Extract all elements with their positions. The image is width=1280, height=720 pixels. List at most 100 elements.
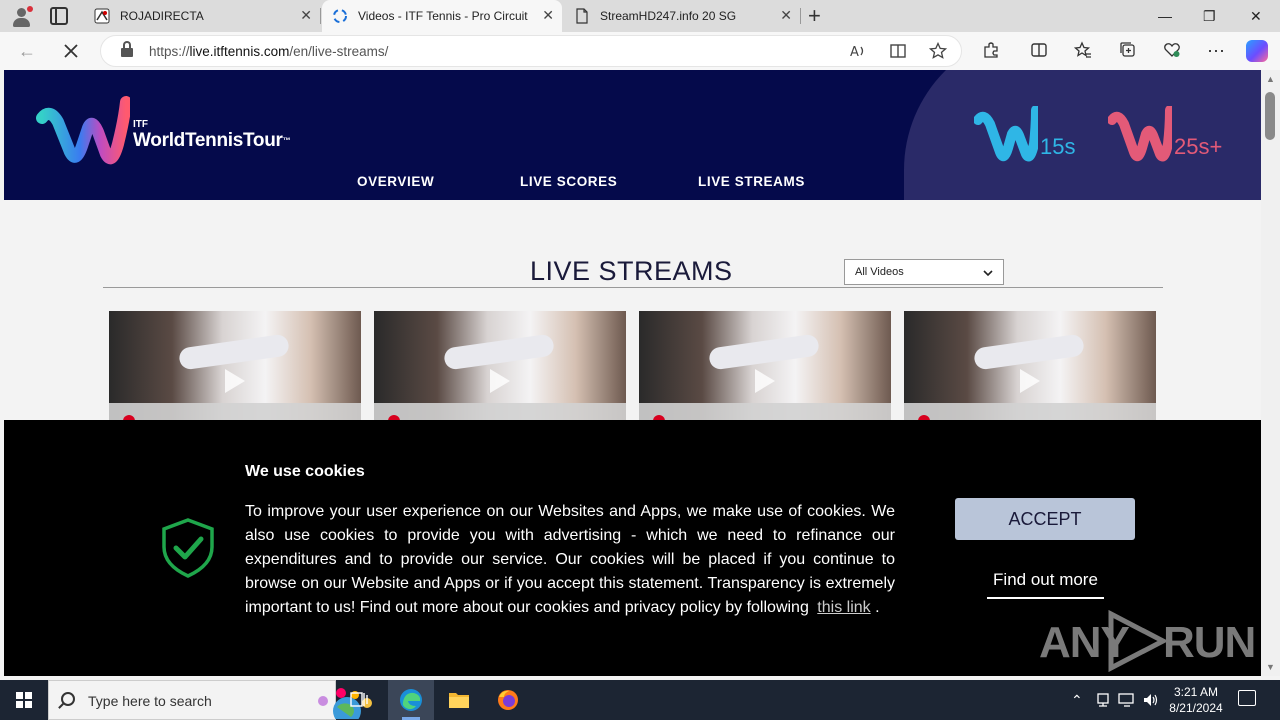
video-filter-value: All Videos	[855, 266, 904, 278]
extensions-icon[interactable]	[982, 41, 1000, 59]
volume-icon[interactable]	[1142, 692, 1160, 708]
network-status-icon[interactable]	[1095, 692, 1111, 708]
cookie-banner: We use cookies To improve your user expe…	[4, 420, 1261, 676]
shield-check-icon	[162, 518, 214, 578]
windows-taskbar: Type here to search ⌃ 3:21 AM 8/21/2024	[0, 680, 1280, 720]
url-path: /en/live-streams/	[289, 44, 389, 59]
play-icon	[225, 369, 245, 393]
clock-time: 3:21 AM	[1173, 685, 1219, 699]
url-text[interactable]: https://live.itftennis.com/en/live-strea…	[149, 44, 388, 59]
find-out-more-link[interactable]: Find out more	[987, 567, 1104, 599]
tier-25s-logo[interactable]: 25s+	[1107, 105, 1238, 168]
video-filter-select[interactable]: All Videos	[844, 259, 1004, 285]
nav-live-streams[interactable]: LIVE STREAMS	[698, 174, 805, 189]
video-thumbnail[interactable]	[639, 311, 891, 431]
tab-actions-icon[interactable]	[50, 7, 68, 25]
rojadirecta-favicon-icon	[94, 8, 110, 24]
more-options-icon[interactable]: ⋯	[1207, 41, 1225, 61]
close-window-button[interactable]: ✕	[1250, 6, 1262, 26]
browser-essentials-icon[interactable]	[1163, 41, 1181, 59]
tier-15s-label: 15s	[1040, 134, 1076, 159]
page-scrollbar[interactable]: ▲ ▼	[1261, 70, 1280, 676]
trademark-symbol: ™	[282, 136, 291, 145]
svg-text:A: A	[850, 45, 859, 60]
cookie-title: We use cookies	[245, 463, 365, 480]
taskbar-firefox[interactable]	[485, 680, 531, 720]
tab-title: Videos - ITF Tennis - Pro Circuit	[358, 9, 528, 23]
tab-divider	[800, 8, 801, 24]
nav-overview[interactable]: OVERVIEW	[357, 174, 434, 189]
title-divider	[103, 287, 1163, 288]
lock-icon[interactable]	[121, 41, 133, 57]
back-arrow-icon[interactable]: ←	[18, 41, 36, 61]
tab-streamhd247[interactable]: StreamHD247.info 20 SG ✕	[564, 0, 800, 32]
new-tab-button[interactable]: +	[808, 4, 821, 28]
stop-loading-icon[interactable]	[63, 43, 79, 59]
page-viewport: ITF WorldTennisTour™ OVERVIEW LIVE SCORE…	[4, 70, 1261, 676]
edge-icon	[400, 689, 422, 711]
minimize-button[interactable]: —	[1158, 6, 1172, 26]
scrollbar-thumb[interactable]	[1265, 92, 1275, 140]
taskbar-search-box[interactable]: Type here to search	[48, 680, 372, 720]
world-tennis-tour-logo-icon[interactable]	[36, 94, 130, 170]
clock-date: 8/21/2024	[1169, 701, 1223, 715]
cookie-body: To improve your user experience on our W…	[245, 503, 895, 616]
search-icon	[61, 692, 75, 706]
site-header: ITF WorldTennisTour™ OVERVIEW LIVE SCORE…	[4, 70, 1261, 200]
scroll-up-icon[interactable]: ▲	[1266, 74, 1275, 84]
copilot-icon[interactable]	[1246, 40, 1268, 62]
taskbar-file-explorer[interactable]	[436, 680, 482, 720]
folder-icon	[449, 693, 469, 708]
favorite-star-icon[interactable]	[929, 42, 947, 60]
itf-label: ITF	[133, 119, 148, 130]
profile-icon[interactable]	[10, 5, 34, 29]
tab-close-icon[interactable]: ✕	[542, 7, 554, 23]
tab-close-icon[interactable]: ✕	[300, 7, 312, 23]
tab-divider	[320, 8, 321, 24]
chevron-down-icon	[983, 270, 993, 277]
url-domain: live.itftennis.com	[189, 44, 290, 59]
browser-toolbar: ← https://live.itftennis.com/en/live-str…	[0, 32, 1280, 70]
video-thumbnail[interactable]	[904, 311, 1156, 431]
privacy-policy-link[interactable]: this link	[817, 599, 870, 616]
taskbar-clock[interactable]: 3:21 AM 8/21/2024	[1164, 684, 1228, 716]
play-icon	[755, 369, 775, 393]
browser-tab-strip: ROJADIRECTA ✕ Videos - ITF Tennis - Pro …	[0, 0, 1280, 32]
search-placeholder: Type here to search	[88, 693, 212, 709]
tray-overflow-chevron-icon[interactable]: ⌃	[1071, 691, 1083, 709]
cookie-text: To improve your user experience on our W…	[245, 500, 895, 620]
video-thumbnail[interactable]	[374, 311, 626, 431]
tab-close-icon[interactable]: ✕	[780, 7, 792, 23]
tab-title: StreamHD247.info 20 SG	[600, 9, 737, 23]
maximize-button[interactable]: ❐	[1203, 6, 1216, 26]
cookie-period: .	[875, 599, 880, 616]
play-triangle-icon	[1108, 610, 1169, 672]
brand-name: WorldTennisTour	[133, 130, 283, 151]
tier-15s-logo[interactable]: 15s	[973, 105, 1084, 168]
task-view-icon[interactable]	[350, 691, 370, 709]
windows-start-icon[interactable]	[16, 692, 32, 708]
world-tennis-tour-wordmark[interactable]: ITF WorldTennisTour™	[133, 119, 291, 152]
nav-live-scores[interactable]: LIVE SCORES	[520, 174, 617, 189]
tab-itf-videos[interactable]: Videos - ITF Tennis - Pro Circuit ✕	[322, 0, 562, 32]
notification-center-icon[interactable]	[1238, 690, 1256, 706]
tier-15s-w-icon	[973, 105, 1041, 162]
page-icon	[576, 8, 588, 24]
url-scheme: https://	[149, 44, 190, 59]
immersive-reader-icon[interactable]	[889, 42, 907, 60]
accept-cookies-button[interactable]: ACCEPT	[955, 498, 1135, 540]
split-screen-icon[interactable]	[1030, 41, 1048, 59]
tab-rojadirecta[interactable]: ROJADIRECTA ✕	[84, 0, 320, 32]
favorites-icon[interactable]	[1074, 41, 1092, 59]
play-icon	[490, 369, 510, 393]
video-thumbnail[interactable]	[109, 311, 361, 431]
anyrun-watermark: ANY RUN	[1039, 610, 1256, 672]
tab-title: ROJADIRECTA	[120, 9, 204, 23]
collections-icon[interactable]	[1119, 41, 1137, 59]
read-aloud-icon[interactable]: A	[849, 42, 867, 60]
taskbar-edge[interactable]	[388, 680, 434, 720]
tier-25s-w-icon	[1107, 105, 1175, 162]
scroll-down-icon[interactable]: ▼	[1266, 662, 1275, 672]
address-bar[interactable]: https://live.itftennis.com/en/live-strea…	[100, 35, 962, 67]
display-icon[interactable]	[1118, 692, 1136, 708]
